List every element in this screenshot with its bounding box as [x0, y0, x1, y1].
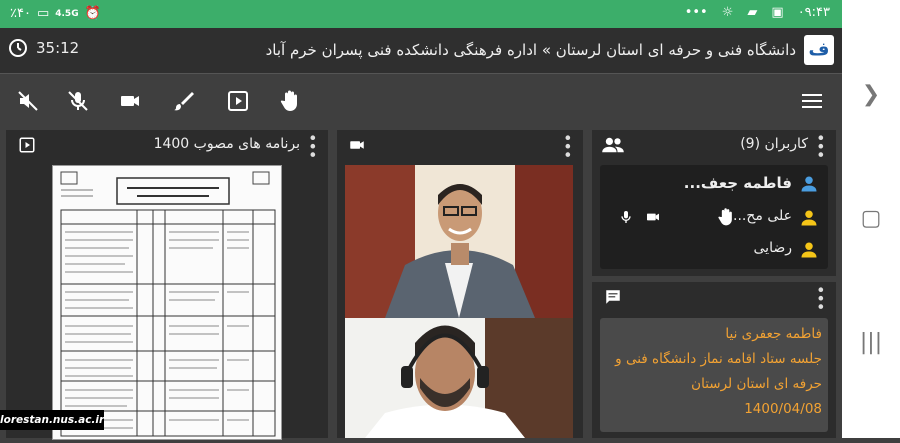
presentation-options-icon[interactable]: ••• [303, 133, 322, 158]
video-camera-icon [350, 141, 364, 149]
user-name: رضایی [753, 240, 792, 256]
user-row[interactable]: علی مح... [606, 207, 818, 231]
nav-bar: ❯ ▢ ||| [842, 0, 900, 438]
menu-icon[interactable] [800, 89, 824, 113]
brush-icon[interactable] [172, 89, 196, 113]
toolbar [0, 74, 842, 128]
users-title: کاربران (9) [740, 136, 808, 152]
recents-icon[interactable]: ||| [842, 330, 900, 355]
presentation-slide [52, 165, 282, 440]
presentation-header: برنامه های مصوب 1400 ••• [6, 130, 328, 158]
chat-author: فاطمه جعفری نیا [725, 326, 822, 342]
video-feed-2 [345, 318, 573, 438]
more-notifications-icon: ••• [684, 5, 708, 20]
user-name: علی مح... [733, 208, 792, 224]
camera-icon [647, 213, 659, 221]
message-icon: ▰ [747, 5, 758, 20]
user-icon [801, 210, 817, 226]
timer-value: 35:12 [36, 39, 80, 57]
speaker-off-icon[interactable] [16, 89, 40, 113]
app-header: 35:12 دانشگاه فنی و حرفه ای استان لرستان… [0, 28, 842, 74]
user-name: فاطمه جعف... [683, 174, 792, 192]
website-watermark: lorestan.nus.ac.ir [0, 410, 104, 430]
user-icon [801, 242, 817, 258]
chat-date: 1400/04/08 [744, 401, 822, 417]
battery-icon: ▭ [36, 6, 50, 21]
presentation-icon [19, 137, 35, 153]
users-header: کاربران (9) ••• [592, 130, 836, 158]
brightness-icon: ☼ [721, 5, 734, 20]
user-row[interactable]: رضایی [606, 239, 818, 263]
image-icon: ▣ [771, 5, 784, 20]
mic-off-icon[interactable] [66, 89, 90, 113]
chat-options-icon[interactable]: ••• [811, 285, 830, 310]
hand-icon[interactable] [278, 89, 302, 113]
timer-icon [9, 39, 27, 57]
battery-level: ٪۴۰ [10, 6, 31, 21]
user-icon [801, 176, 817, 192]
users-list: فاطمه جعف... علی مح... رضایی [600, 165, 828, 269]
camera-icon[interactable] [118, 89, 142, 113]
presentation-title: برنامه های مصوب 1400 [153, 136, 300, 152]
video-options-icon[interactable]: ••• [558, 133, 577, 158]
chat-header: ••• [592, 282, 836, 310]
users-icon [602, 137, 624, 153]
video-feed-1 [345, 165, 573, 318]
users-options-icon[interactable]: ••• [811, 133, 830, 158]
status-bar: ٪۴۰ ▭ 4.5G ⏰ ••• ☼ ▰ ▣ ۰۹:۴۳ [0, 0, 842, 28]
network-type: 4.5G [55, 8, 79, 19]
play-icon[interactable] [226, 89, 250, 113]
clock-time: ۰۹:۴۳ [797, 5, 830, 20]
back-icon[interactable]: ❯ [842, 82, 900, 107]
meeting-title: دانشگاه فنی و حرفه ای استان لرستان » ادا… [265, 41, 796, 59]
chat-text: جلسه ستاد اقامه نماز دانشگاه فنی و حرفه … [615, 351, 822, 392]
alarm-icon: ⏰ [84, 6, 101, 21]
university-logo: ف [804, 35, 834, 65]
user-row[interactable]: فاطمه جعف... [606, 173, 818, 197]
chat-message: فاطمه جعفری نیا جلسه ستاد اقامه نماز دان… [600, 318, 828, 432]
chat-icon [606, 290, 620, 304]
home-icon[interactable]: ▢ [842, 206, 900, 231]
raised-hand-icon [718, 208, 732, 226]
session-timer: 35:12 [8, 38, 79, 58]
microphone-icon [621, 211, 631, 223]
video-header: ••• [337, 130, 583, 158]
